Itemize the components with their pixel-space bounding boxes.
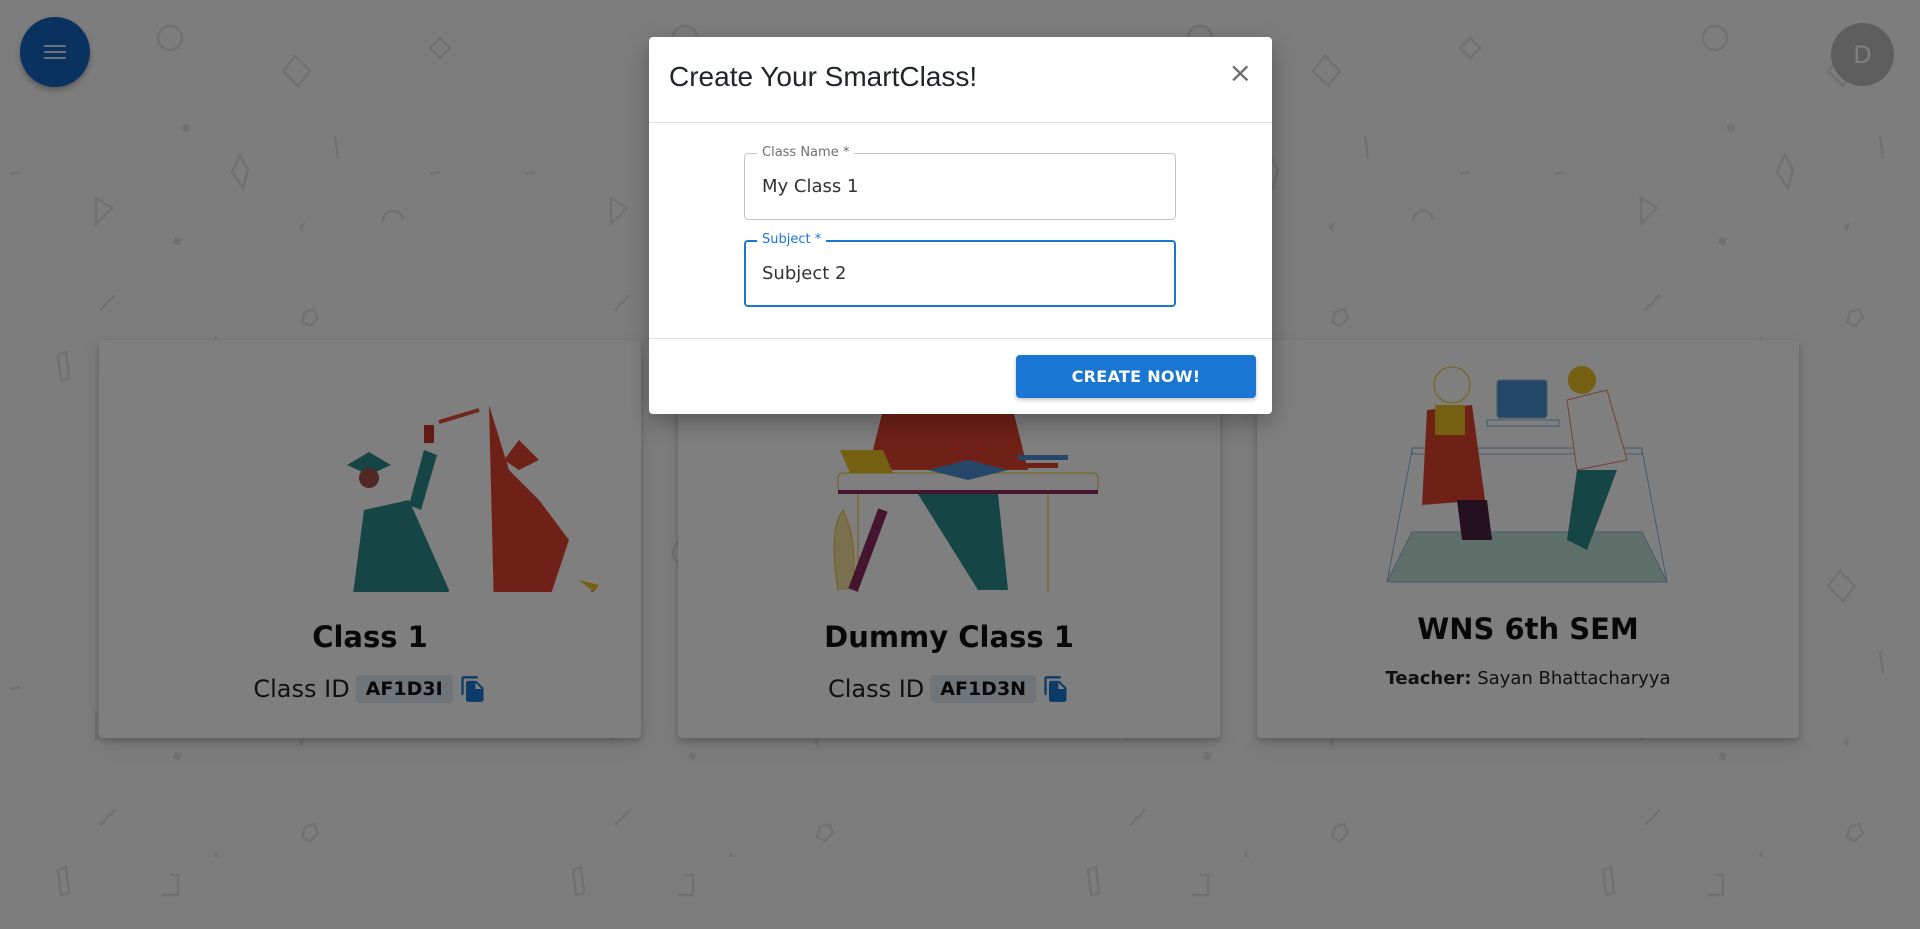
subject-field: Subject * [744,232,1176,307]
dialog-header: Create Your SmartClass! × [649,37,1272,123]
dialog-body: Class Name * Subject * [649,123,1272,339]
class-name-field: Class Name * [744,145,1176,220]
create-now-button[interactable]: CREATE NOW! [1016,355,1256,398]
dialog-title: Create Your SmartClass! [669,61,978,92]
close-button[interactable]: × [1229,59,1252,87]
class-name-input[interactable] [745,154,1175,219]
create-class-dialog: Create Your SmartClass! × Class Name * S… [649,37,1272,414]
subject-input[interactable] [746,242,1174,305]
dialog-footer: CREATE NOW! [649,339,1272,413]
